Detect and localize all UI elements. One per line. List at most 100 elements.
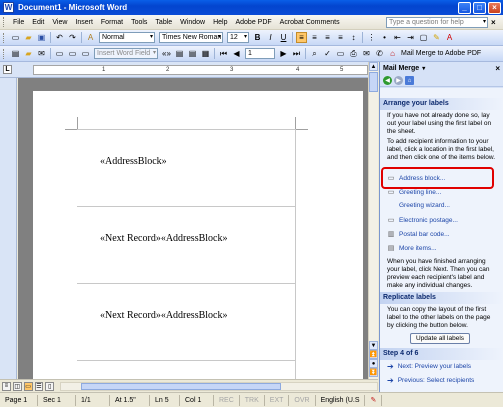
label-cell[interactable]: «Next Record»«AddressBlock» <box>77 283 295 360</box>
highlight-fields-icon[interactable]: ▤ <box>174 48 185 59</box>
more-items-link[interactable]: ▤ More items... <box>387 244 437 253</box>
close-icon[interactable]: × <box>495 64 500 73</box>
home-icon[interactable]: ⌂ <box>405 76 414 85</box>
close-document-button[interactable]: × <box>491 18 500 27</box>
horizontal-scrollbar[interactable] <box>60 381 378 391</box>
update-all-labels-button[interactable]: Update all labels <box>410 333 470 344</box>
font-select[interactable]: Times New Roman ▾ <box>159 32 223 43</box>
vertical-scrollbar[interactable]: ▲ ▼ ⏫ ● ⏬ <box>368 62 378 379</box>
bullets-icon[interactable]: • <box>379 32 390 43</box>
next-record-icon[interactable]: ▶ <box>278 48 289 59</box>
chevron-down-icon[interactable]: ▾ <box>150 33 153 42</box>
vertical-ruler[interactable] <box>0 78 17 379</box>
recipients-icon[interactable]: ✉ <box>36 48 47 59</box>
insert-word-field-select[interactable]: Insert Word Field ▾ <box>94 48 158 59</box>
chevron-down-icon[interactable]: ▾ <box>153 49 156 58</box>
status-ovr[interactable]: OVR <box>289 394 316 406</box>
first-record-icon[interactable]: ⏮ <box>218 48 229 59</box>
toolbar-grip[interactable] <box>3 48 6 59</box>
font-size-select[interactable]: 12 ▾ <box>227 32 249 43</box>
last-record-icon[interactable]: ⏭ <box>291 48 302 59</box>
address-block-field[interactable]: «AddressBlock» <box>100 156 167 167</box>
insert-merge-fields-icon[interactable]: ▭ <box>80 48 91 59</box>
forward-icon[interactable]: ▶ <box>394 76 403 85</box>
label-cell[interactable]: «AddressBlock» <box>77 129 295 206</box>
menu-format[interactable]: Format <box>97 19 127 26</box>
line-spacing-icon[interactable]: ↕ <box>348 32 359 43</box>
view-merged-data-icon[interactable]: «» <box>161 48 172 59</box>
tab-selector[interactable]: L <box>3 65 12 74</box>
greeting-wizard-link[interactable]: Greeting wizard... <box>399 202 450 209</box>
menu-window[interactable]: Window <box>176 19 209 26</box>
previous-record-icon[interactable]: ◀ <box>231 48 242 59</box>
merge-to-fax-icon[interactable]: ✆ <box>374 48 385 59</box>
scroll-thumb[interactable] <box>369 72 378 92</box>
main-document-setup-icon[interactable]: ▤ <box>10 48 21 59</box>
word-app-icon[interactable]: W <box>3 2 14 13</box>
menu-help[interactable]: Help <box>209 19 231 26</box>
menu-view[interactable]: View <box>48 19 71 26</box>
menu-table[interactable]: Table <box>151 19 176 26</box>
electronic-postage-link[interactable]: ▭ Electronic postage... <box>387 216 458 225</box>
greeting-line-link[interactable]: ▭ Greeting line... <box>387 188 442 197</box>
font-color-icon[interactable]: A <box>444 32 455 43</box>
menu-acrobat-comments[interactable]: Acrobat Comments <box>276 19 344 26</box>
save-icon[interactable]: ▣ <box>36 32 47 43</box>
numbering-icon[interactable]: ⋮ <box>366 32 377 43</box>
reading-layout-icon[interactable]: ▯ <box>45 381 55 391</box>
previous-step-link[interactable]: ➔ Previous: Select recipients <box>387 376 474 385</box>
status-rec[interactable]: REC <box>214 394 240 406</box>
scroll-up-icon[interactable]: ▲ <box>369 62 378 71</box>
toolbar-grip[interactable] <box>3 32 6 43</box>
record-number-input[interactable]: 1 <box>245 48 275 59</box>
document-page[interactable]: «AddressBlock» «Next Record»«AddressBloc… <box>33 91 363 379</box>
open-folder-icon[interactable]: ▰ <box>23 32 34 43</box>
toolbar-grip[interactable] <box>3 17 6 27</box>
status-ext[interactable]: EXT <box>265 394 290 406</box>
next-record-field[interactable]: «Next Record»«AddressBlock» <box>100 233 227 244</box>
label-cell[interactable] <box>77 360 295 379</box>
border-icon[interactable]: ▢ <box>418 32 429 43</box>
select-browse-object-icon[interactable]: ● <box>369 359 378 368</box>
mail-merge-to-pdf-button[interactable]: Mail Merge to Adobe PDF <box>401 50 481 57</box>
menu-insert[interactable]: Insert <box>71 19 97 26</box>
italic-button[interactable]: I <box>265 32 276 43</box>
merge-to-document-icon[interactable]: ▭ <box>335 48 346 59</box>
style-select[interactable]: Normal ▾ <box>99 32 155 43</box>
outline-view-icon[interactable]: ☰ <box>34 381 44 391</box>
next-record-field[interactable]: «Next Record»«AddressBlock» <box>100 310 227 321</box>
redo-icon[interactable]: ↷ <box>67 32 78 43</box>
bold-button[interactable]: B <box>252 32 263 43</box>
status-language[interactable]: English (U.S <box>316 394 366 406</box>
maximize-button[interactable]: □ <box>473 1 486 14</box>
check-errors-icon[interactable]: ✓ <box>322 48 333 59</box>
adobe-pdf-icon[interactable]: ⌂ <box>387 48 398 59</box>
menu-file[interactable]: File <box>9 19 28 26</box>
insert-greeting-icon[interactable]: ▭ <box>67 48 78 59</box>
menu-adobe-pdf[interactable]: Adobe PDF <box>231 19 275 26</box>
find-entry-icon[interactable]: ⌕ <box>309 48 320 59</box>
horizontal-ruler[interactable]: 1 2 3 4 5 <box>33 65 368 75</box>
merge-to-email-icon[interactable]: ✉ <box>361 48 372 59</box>
style-pane-icon[interactable]: A <box>85 32 96 43</box>
next-step-link[interactable]: ➔ Next: Preview your labels <box>387 362 471 371</box>
menu-edit[interactable]: Edit <box>28 19 48 26</box>
web-layout-icon[interactable]: ◫ <box>12 381 22 391</box>
undo-icon[interactable]: ↶ <box>54 32 65 43</box>
propagate-labels-icon[interactable]: ▦ <box>200 48 211 59</box>
normal-view-icon[interactable]: ≡ <box>2 381 11 391</box>
highlight-icon[interactable]: ✎ <box>431 32 442 43</box>
scroll-down-icon[interactable]: ▼ <box>369 341 378 350</box>
align-right-icon[interactable]: ≡ <box>322 32 333 43</box>
spelling-status-icon[interactable]: ✎ <box>365 394 383 406</box>
status-trk[interactable]: TRK <box>240 394 265 406</box>
back-icon[interactable]: ◀ <box>383 76 392 85</box>
next-page-icon[interactable]: ⏬ <box>369 368 378 377</box>
match-fields-icon[interactable]: ▤ <box>187 48 198 59</box>
menu-tools[interactable]: Tools <box>127 19 151 26</box>
merge-to-printer-icon[interactable]: ⎙ <box>348 48 359 59</box>
postal-bar-code-link[interactable]: ▥ Postal bar code... <box>387 230 450 239</box>
align-center-icon[interactable]: ≡ <box>309 32 320 43</box>
underline-button[interactable]: U <box>278 32 289 43</box>
scroll-thumb[interactable] <box>81 382 282 390</box>
